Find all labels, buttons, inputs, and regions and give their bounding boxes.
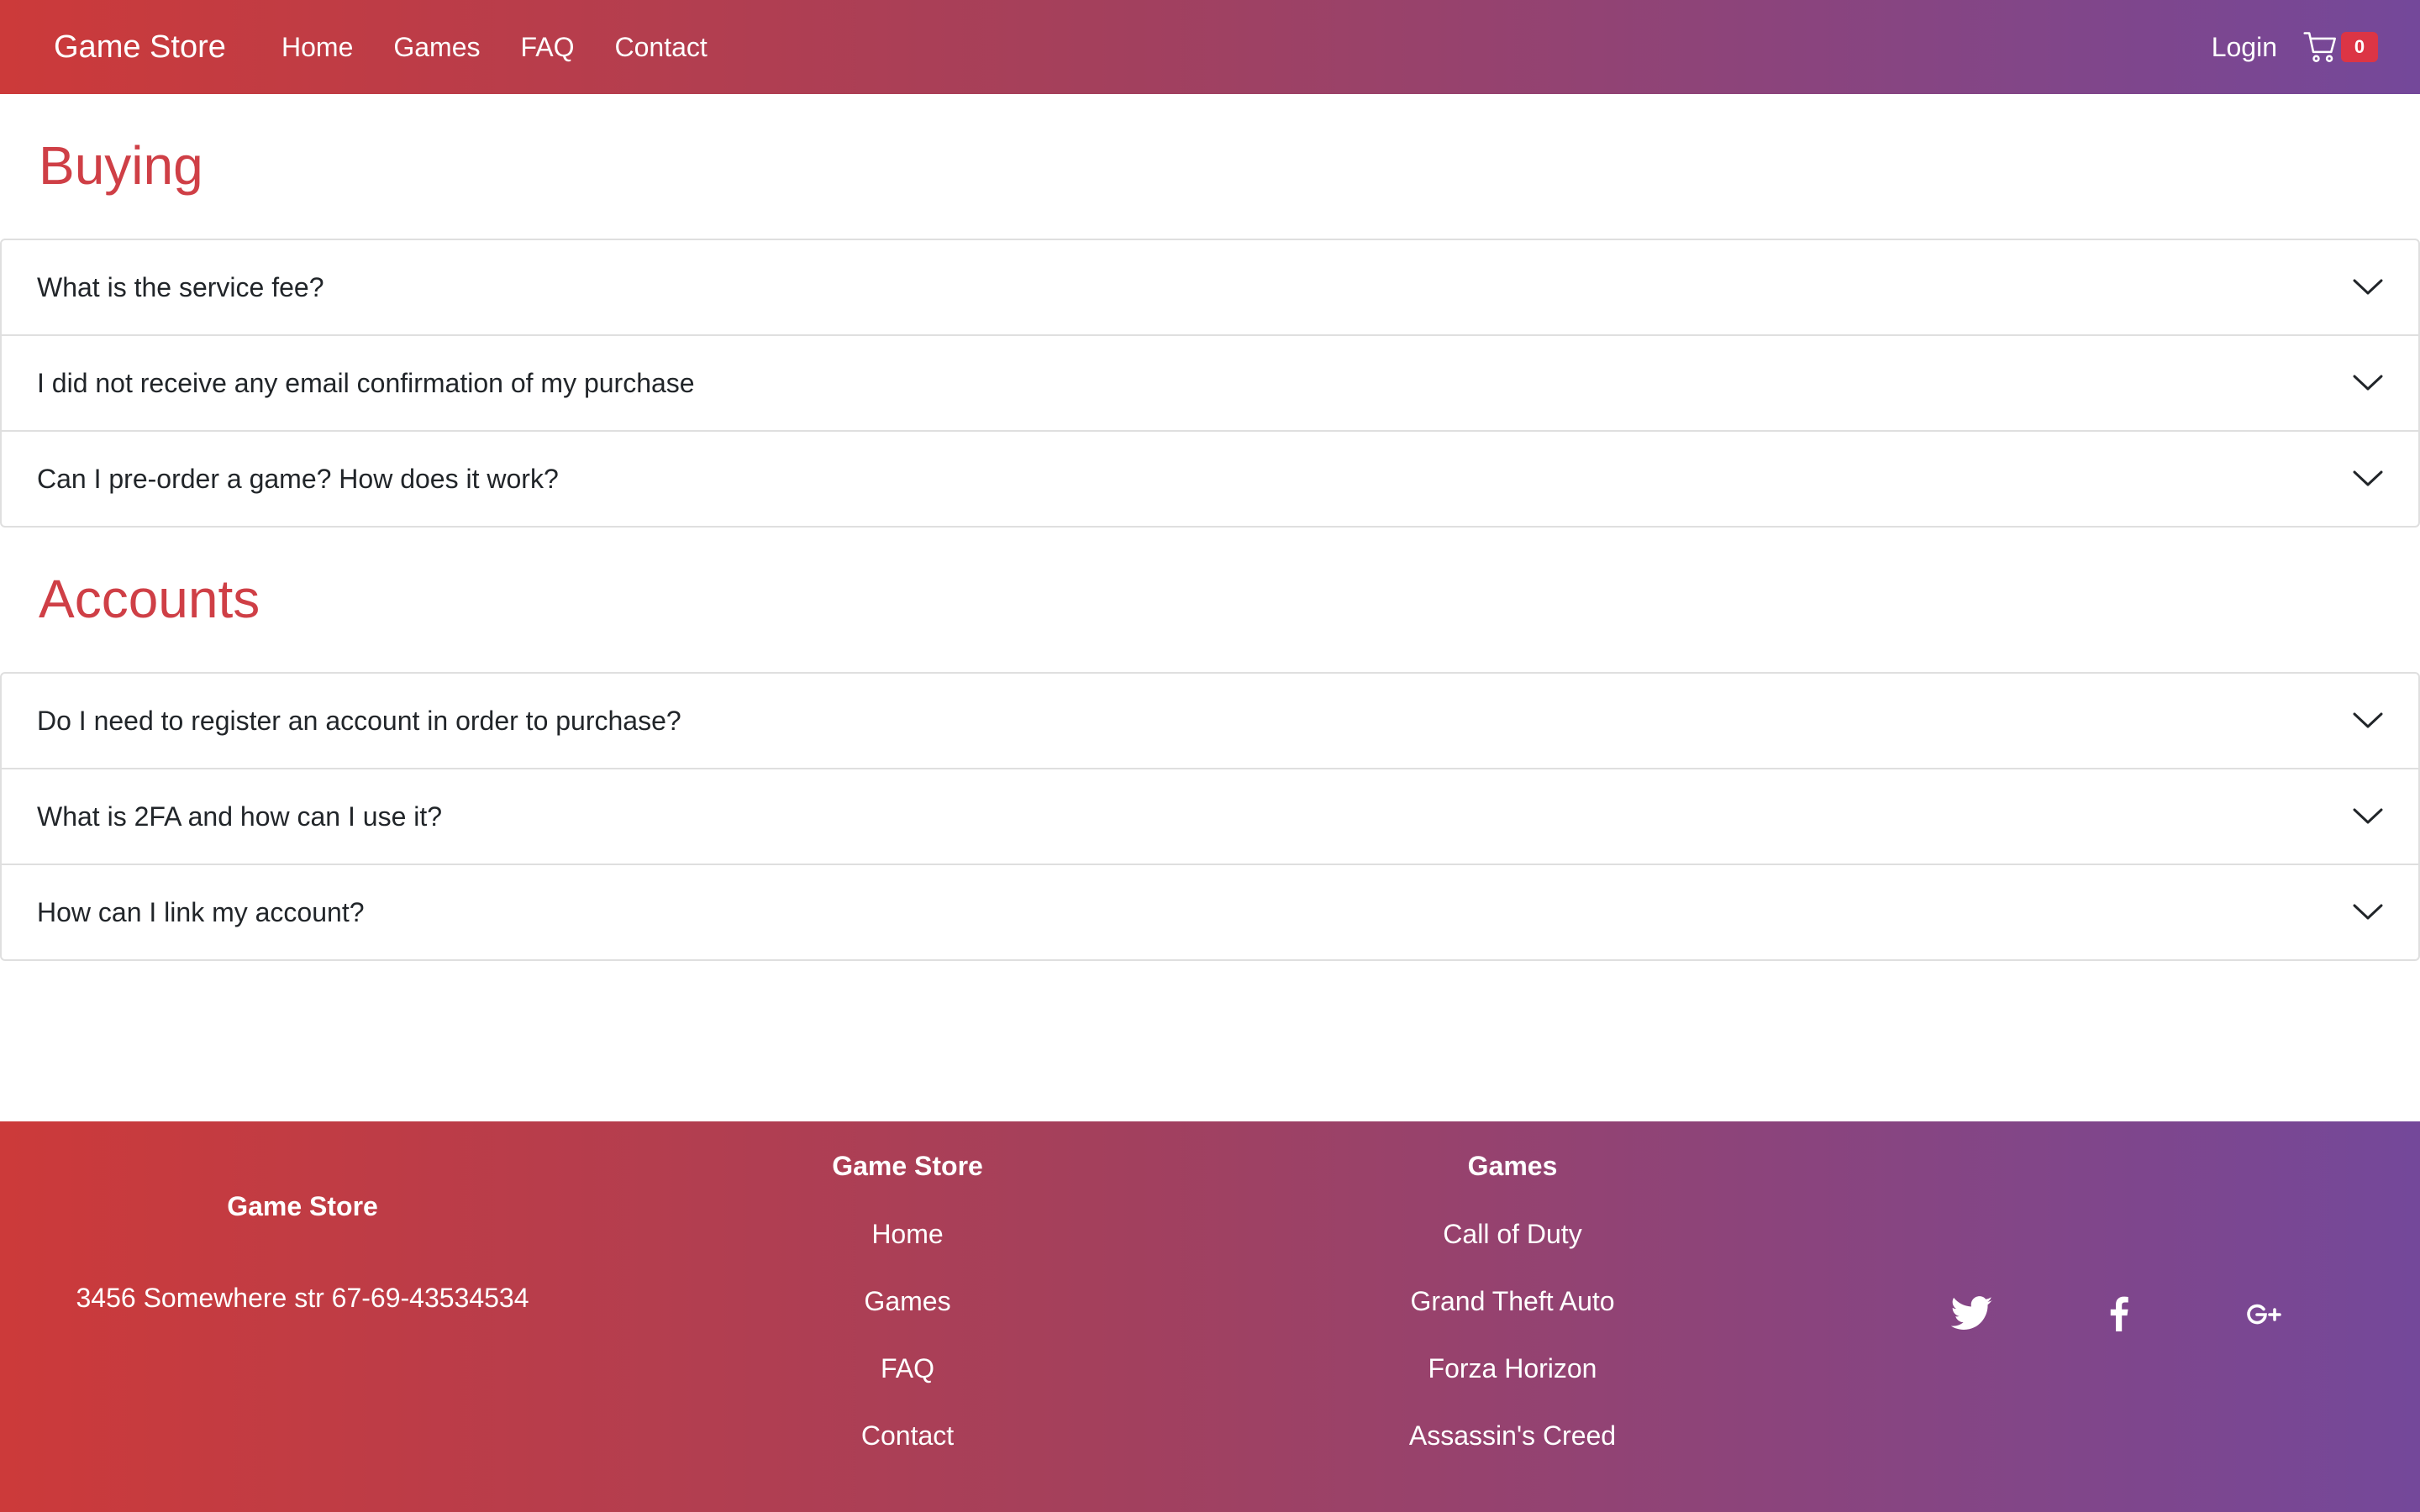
accordion-accounts: Do I need to register an account in orde…: [0, 672, 2420, 961]
footer-link-games[interactable]: Games: [739, 1286, 1076, 1317]
cart-icon: [2302, 29, 2339, 66]
accordion-buying: What is the service fee? I did not recei…: [0, 239, 2420, 528]
accordion-question: Can I pre-order a game? How does it work…: [37, 463, 559, 494]
cart-button[interactable]: 0: [2302, 29, 2378, 66]
footer-about: Game Store 3456 Somewhere str 67-69-4353…: [34, 1191, 571, 1314]
footer-link-contact[interactable]: Contact: [739, 1420, 1076, 1452]
footer-link-assassins-creed[interactable]: Assassin's Creed: [1311, 1420, 1714, 1452]
chevron-down-icon: [2353, 900, 2383, 924]
brand-logo[interactable]: Game Store: [54, 0, 226, 94]
chevron-down-icon: [2353, 805, 2383, 828]
facebook-icon[interactable]: [2107, 1296, 2129, 1331]
accordion-item[interactable]: Can I pre-order a game? How does it work…: [2, 432, 2418, 526]
accordion-question: What is the service fee?: [37, 271, 324, 302]
accordion-item[interactable]: What is the service fee?: [2, 240, 2418, 336]
footer-link-call-of-duty[interactable]: Call of Duty: [1311, 1219, 1714, 1250]
accordion-item[interactable]: I did not receive any email confirmation…: [2, 336, 2418, 432]
footer-link-faq[interactable]: FAQ: [739, 1353, 1076, 1384]
footer-link-home[interactable]: Home: [739, 1219, 1076, 1250]
login-link[interactable]: Login: [2212, 32, 2277, 63]
accordion-item[interactable]: How can I link my account?: [2, 865, 2418, 959]
accordion-question: What is 2FA and how can I use it?: [37, 801, 443, 832]
cart-count-badge: 0: [2341, 32, 2378, 62]
footer-address: 3456 Somewhere str 67-69-43534534: [76, 1283, 529, 1313]
accordion-question: I did not receive any email confirmation…: [37, 367, 695, 398]
chevron-down-icon: [2353, 467, 2383, 491]
nav-links: Home Games FAQ Contact: [281, 0, 748, 94]
chevron-down-icon: [2353, 276, 2383, 299]
footer-games-title: Games: [1467, 1151, 1558, 1181]
nav-link-games[interactable]: Games: [393, 32, 480, 63]
accordion-question: How can I link my account?: [37, 896, 365, 927]
chevron-down-icon: [2353, 371, 2383, 395]
navbar: Game Store Home Games FAQ Contact Login …: [0, 0, 2420, 94]
footer-games-column: Games Call of Duty Grand Theft Auto Forz…: [1311, 1151, 1714, 1452]
footer-store-title: Game Store: [832, 1151, 983, 1181]
accordion-question: Do I need to register an account in orde…: [37, 705, 681, 736]
accordion-item[interactable]: Do I need to register an account in orde…: [2, 674, 2418, 769]
nav-link-contact[interactable]: Contact: [615, 32, 708, 63]
chevron-down-icon: [2353, 709, 2383, 732]
nav-link-home[interactable]: Home: [281, 32, 353, 63]
accordion-item[interactable]: What is 2FA and how can I use it?: [2, 769, 2418, 865]
footer: Game Store 3456 Somewhere str 67-69-4353…: [0, 1121, 2420, 1512]
nav-right: Login 0: [2212, 0, 2378, 94]
nav-link-faq[interactable]: FAQ: [521, 32, 575, 63]
section-title-buying: Buying: [39, 135, 203, 196]
footer-store-column: Game Store Home Games FAQ Contact: [739, 1151, 1076, 1452]
twitter-icon[interactable]: [1951, 1296, 1993, 1331]
footer-link-gta[interactable]: Grand Theft Auto: [1311, 1286, 1714, 1317]
section-title-accounts: Accounts: [39, 569, 260, 629]
footer-link-forza[interactable]: Forza Horizon: [1311, 1353, 1714, 1384]
google-plus-icon[interactable]: [2245, 1301, 2282, 1328]
footer-about-title: Game Store: [227, 1191, 378, 1221]
